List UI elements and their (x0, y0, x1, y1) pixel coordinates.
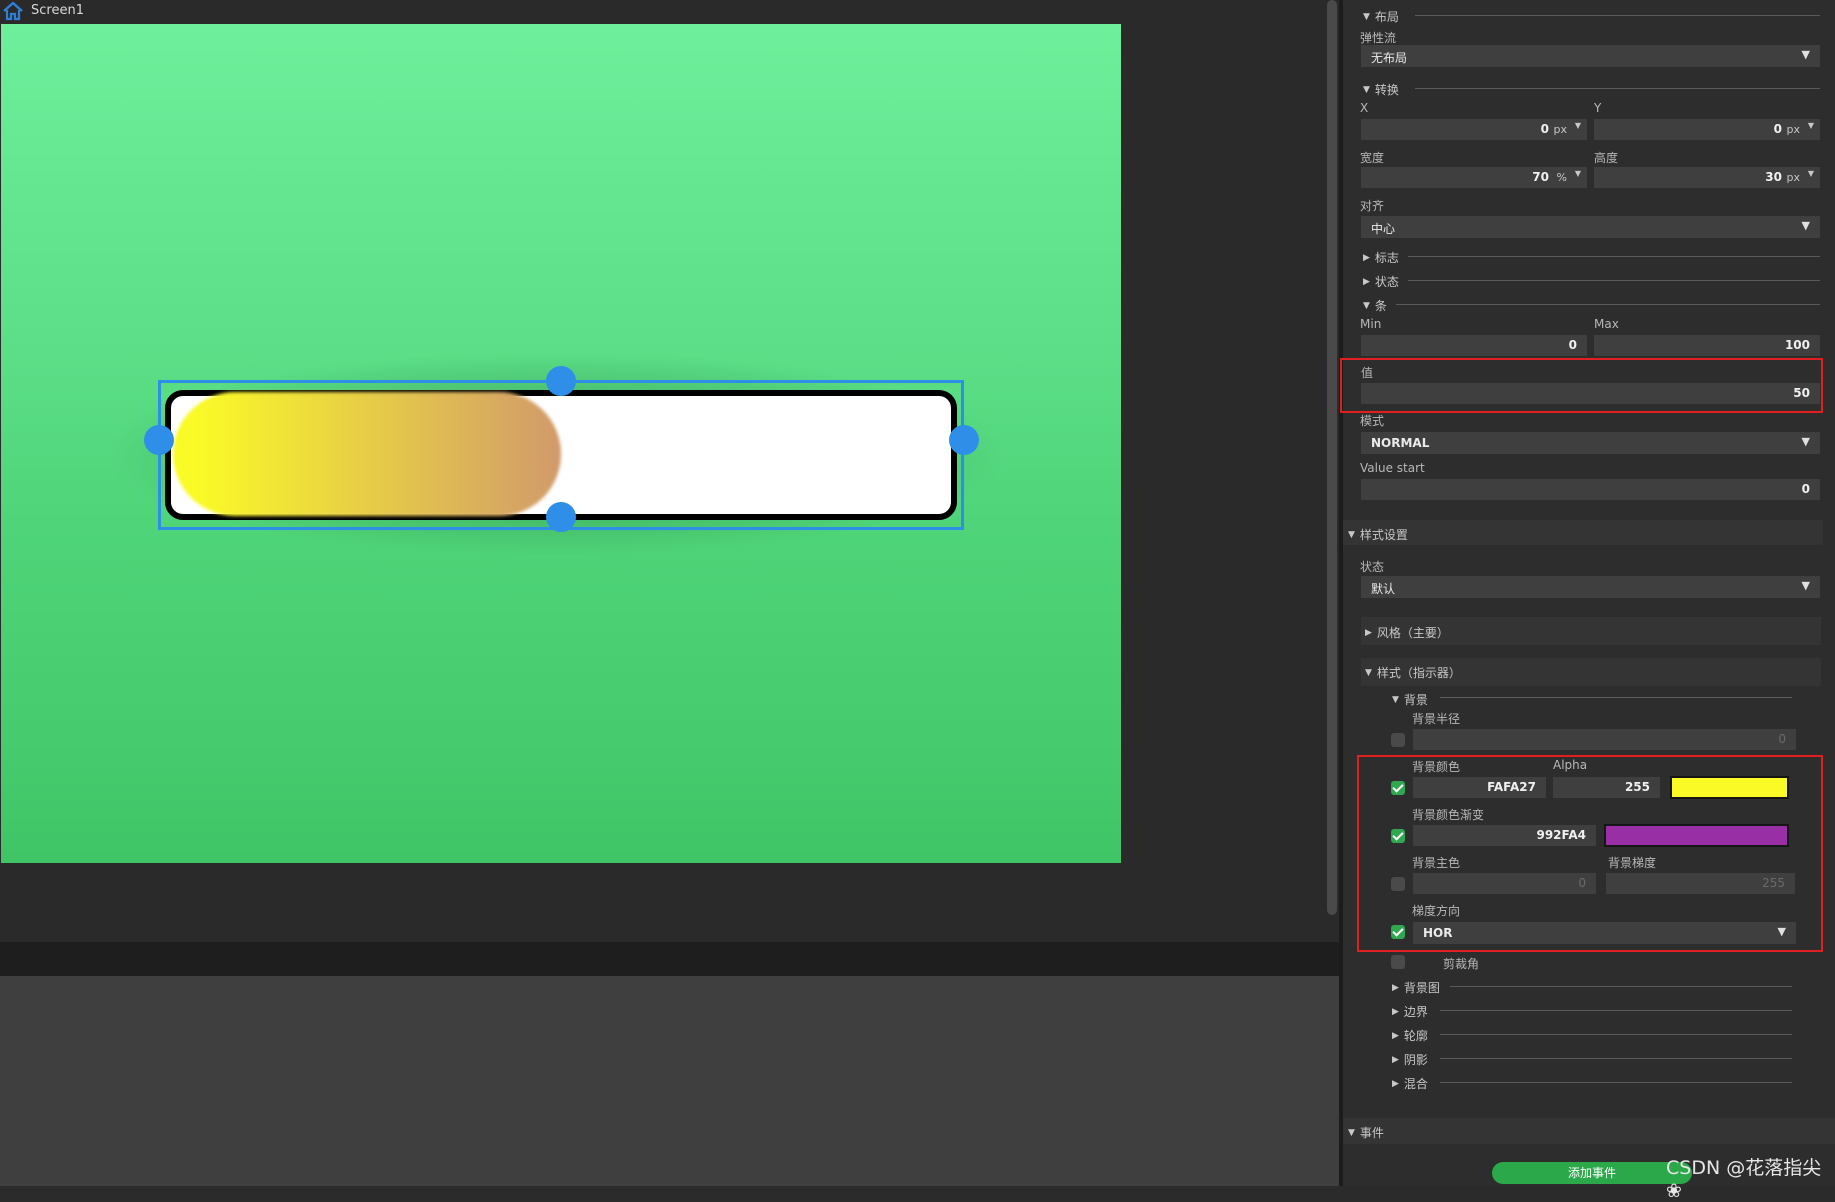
editor-area: Screen1 (0, 0, 1343, 1186)
unit-dropdown-icon[interactable]: ▼ (1808, 121, 1814, 130)
section-main-style[interactable]: ▶ 风格（主要） (1365, 624, 1449, 641)
dropdown-arrow-icon: ▼ (1801, 579, 1810, 592)
section-style-settings[interactable]: ▼ 样式设置 (1348, 526, 1408, 543)
x-input[interactable]: 0 px ▼ (1361, 119, 1587, 140)
section-bg-image[interactable]: ▶ 背景图 (1392, 979, 1440, 996)
min-label: Min (1360, 317, 1382, 331)
style-state-dropdown[interactable]: 默认 ▼ (1361, 576, 1820, 598)
y-input[interactable]: 0 px ▼ (1594, 119, 1820, 140)
highlight-box-gradient (1357, 755, 1823, 952)
section-shadow[interactable]: ▶ 阴影 (1392, 1051, 1428, 1068)
resize-handle-bottom[interactable] (546, 502, 576, 532)
section-blend[interactable]: ▶ 混合 (1392, 1075, 1428, 1092)
x-label: X (1360, 101, 1369, 115)
mode-dropdown[interactable]: NORMAL ▼ (1361, 432, 1820, 454)
flex-dropdown[interactable]: 无布局 ▼ (1361, 45, 1820, 67)
divider (1415, 15, 1820, 16)
horizontal-scroll-band[interactable] (0, 942, 1340, 976)
section-transform[interactable]: ▼ 转换 (1363, 81, 1399, 98)
align-dropdown[interactable]: 中心 ▼ (1361, 216, 1820, 238)
highlight-box-value (1340, 358, 1823, 413)
section-flags[interactable]: ▶ 标志 (1363, 249, 1399, 266)
max-label: Max (1594, 317, 1619, 331)
dropdown-arrow-icon: ▼ (1801, 48, 1810, 61)
canvas-vertical-scrollbar[interactable] (1327, 0, 1337, 915)
bottom-panel (0, 976, 1340, 1186)
divider (1440, 1058, 1792, 1059)
y-label: Y (1594, 101, 1602, 115)
dropdown-arrow-icon: ▼ (1801, 219, 1810, 232)
unit-dropdown-icon[interactable]: ▼ (1575, 169, 1581, 178)
align-label: 对齐 (1360, 199, 1385, 213)
max-input[interactable]: 100 (1594, 335, 1820, 356)
canvas-margin (0, 863, 1340, 943)
section-border[interactable]: ▶ 边界 (1392, 1003, 1428, 1020)
min-input[interactable]: 0 (1361, 335, 1587, 356)
divider (1408, 280, 1820, 281)
events-header-band (1343, 1118, 1835, 1144)
bg-radius-label: 背景半径 (1412, 712, 1461, 726)
unit-dropdown-icon[interactable]: ▼ (1808, 169, 1814, 178)
section-states[interactable]: ▶ 状态 (1363, 273, 1399, 290)
divider (1396, 304, 1820, 305)
bg-radius-checkbox[interactable] (1391, 733, 1405, 747)
divider (1408, 256, 1820, 257)
design-canvas[interactable] (1, 24, 1121, 863)
section-layout[interactable]: ▼ 布局 (1363, 8, 1399, 25)
style-settings-header-band (1343, 520, 1823, 545)
flex-label: 弹性流 (1360, 31, 1397, 45)
clip-corner-checkbox[interactable] (1391, 955, 1405, 969)
unit-dropdown-icon[interactable]: ▼ (1575, 121, 1581, 130)
home-icon[interactable] (2, 1, 24, 21)
resize-handle-left[interactable] (144, 425, 174, 455)
height-input[interactable]: 30 px ▼ (1594, 167, 1820, 188)
width-label: 宽度 (1360, 151, 1385, 165)
width-input[interactable]: 70% ▼ (1361, 167, 1587, 188)
screen-tab-label[interactable]: Screen1 (31, 3, 84, 18)
section-events[interactable]: ▼ 事件 (1348, 1124, 1384, 1141)
value-start-input[interactable]: 0 (1361, 479, 1820, 500)
divider (1440, 1010, 1792, 1011)
section-bar[interactable]: ▼ 条 (1363, 297, 1387, 314)
section-background[interactable]: ▼ 背景 (1392, 691, 1428, 708)
divider (1440, 1082, 1792, 1083)
value-start-label: Value start (1360, 461, 1425, 475)
divider (1415, 88, 1820, 89)
screen-tabbar: Screen1 (0, 0, 1340, 24)
divider (1450, 986, 1792, 987)
clip-corner-label: 剪裁角 (1443, 957, 1480, 971)
add-event-button[interactable]: 添加事件 (1492, 1162, 1692, 1184)
watermark: CSDN @花落指尖❀ (1666, 1157, 1822, 1202)
mode-label: 模式 (1360, 414, 1385, 428)
divider (1440, 1034, 1792, 1035)
resize-handle-right[interactable] (949, 425, 979, 455)
resize-handle-top[interactable] (546, 366, 576, 396)
height-label: 高度 (1594, 151, 1619, 165)
style-state-label: 状态 (1360, 560, 1385, 574)
section-indicator-style[interactable]: ▼ 样式（指示器） (1365, 664, 1461, 681)
section-outline[interactable]: ▶ 轮廓 (1392, 1027, 1428, 1044)
divider (1440, 697, 1792, 698)
dropdown-arrow-icon: ▼ (1801, 435, 1810, 448)
bg-radius-input[interactable]: 0 (1413, 729, 1796, 750)
